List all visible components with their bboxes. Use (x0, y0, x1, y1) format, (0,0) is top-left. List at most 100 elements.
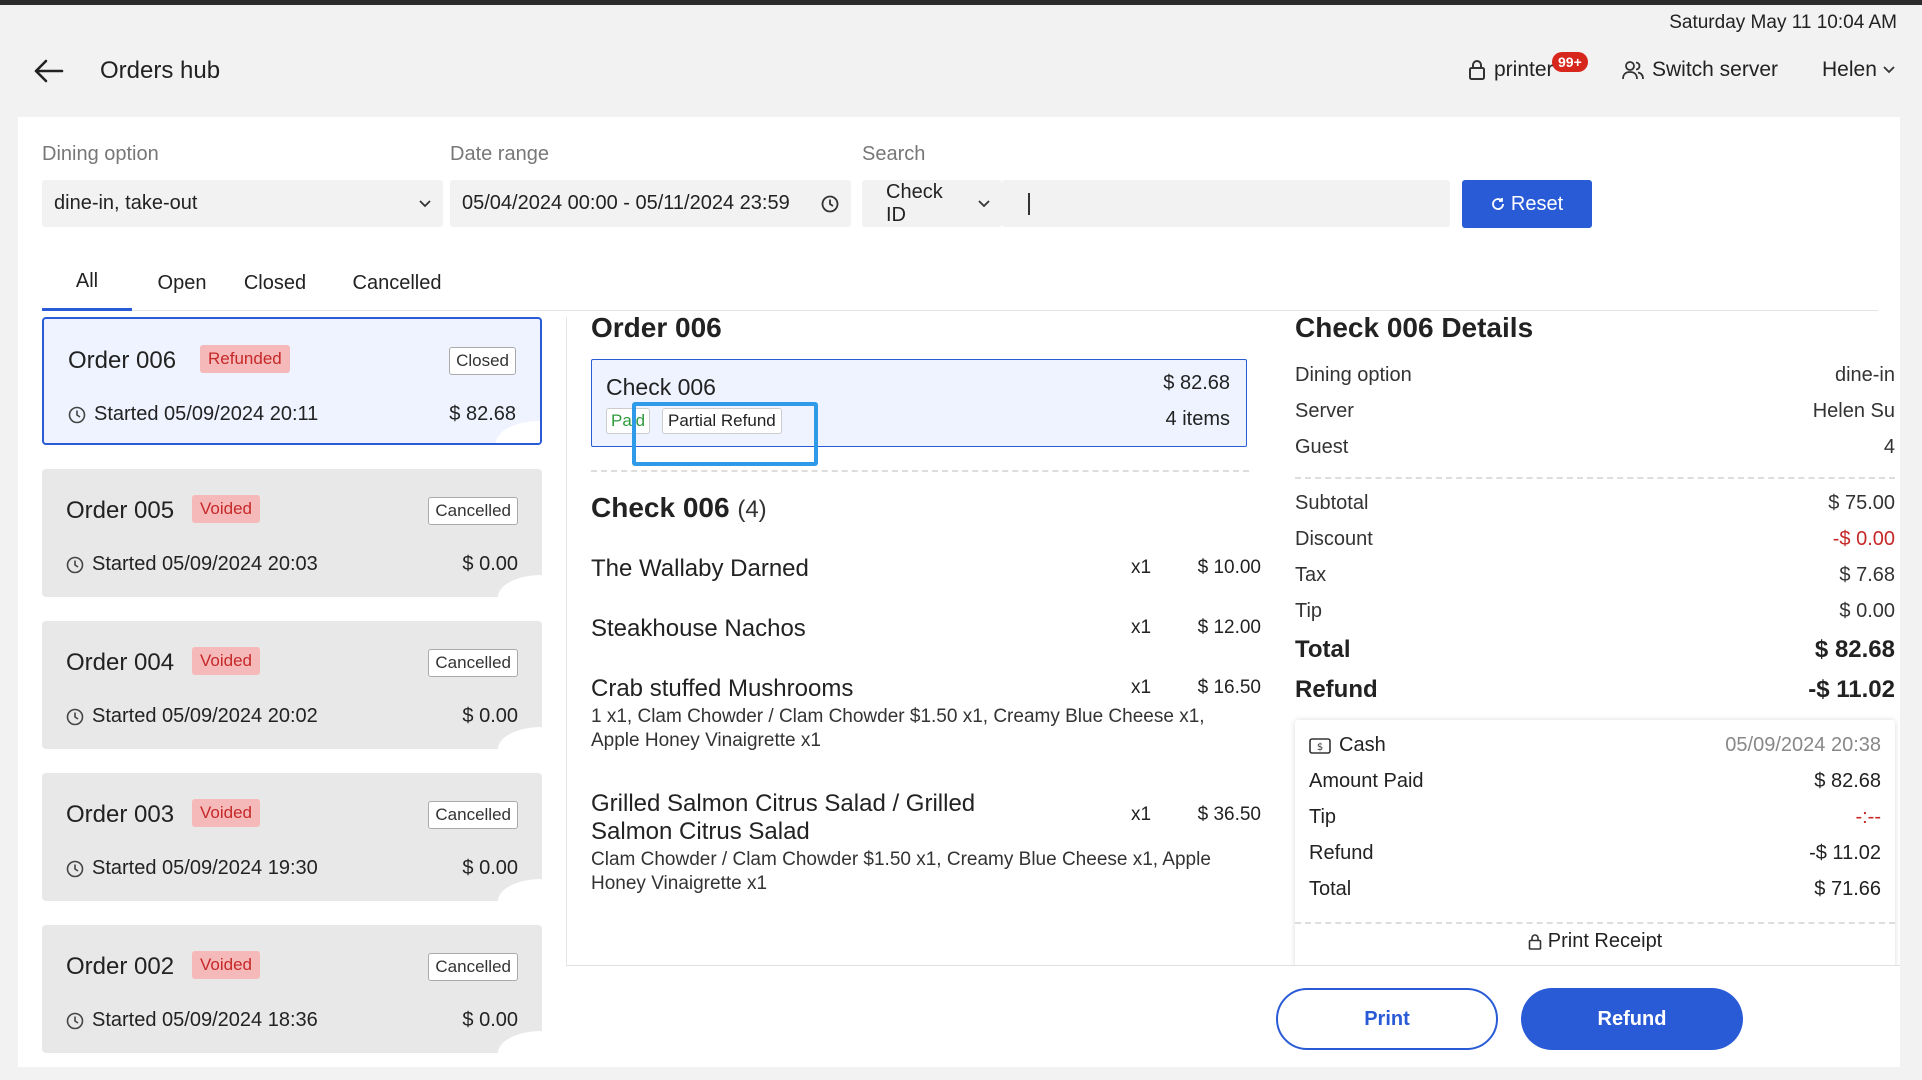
detail-row-dining: Dining option dine-in (1295, 364, 1895, 387)
check-items-title: Check 006 (591, 492, 730, 523)
detail-value: -$ 11.02 (1808, 676, 1895, 703)
order-started-text: Started 05/09/2024 20:02 (92, 705, 318, 727)
item-qty: x1 (1131, 617, 1152, 638)
order-detail-title: Order 006 (591, 312, 722, 343)
line-item[interactable]: Grilled Salmon Citrus Salad / Grilled Sa… (591, 790, 1261, 896)
text-cursor (1028, 192, 1030, 215)
line-item[interactable]: Steakhouse Nachos x1 $ 12.00 (591, 615, 1261, 643)
order-card-005[interactable]: Order 005 Voided Cancelled Started 05/09… (42, 469, 542, 597)
order-card-004[interactable]: Order 004 Voided Cancelled Started 05/09… (42, 621, 542, 749)
detail-label: Subtotal (1295, 492, 1369, 514)
divider (1295, 922, 1895, 924)
check-items-count: (4) (737, 496, 767, 523)
tab-closed[interactable]: Closed (230, 255, 320, 311)
item-price: $ 12.00 (1197, 617, 1261, 638)
order-started: Started 05/09/2024 19:30 (66, 857, 318, 880)
clock-icon (66, 860, 84, 878)
switch-server-button[interactable]: Switch server (1622, 58, 1778, 82)
order-total: $ 0.00 (462, 1009, 518, 1031)
user-menu[interactable]: Helen (1822, 58, 1895, 82)
chevron-down-icon (978, 199, 990, 208)
order-started: Started 05/09/2024 20:03 (66, 553, 318, 576)
detail-row-guest: Guest 4 (1295, 436, 1895, 459)
order-started: Started 05/09/2024 18:36 (66, 1009, 318, 1032)
clock-icon (66, 708, 84, 726)
dining-option-select[interactable]: dine-in, take-out (42, 180, 443, 227)
lock-icon (1468, 60, 1486, 80)
reset-button[interactable]: Reset (1462, 180, 1592, 228)
detail-label: Discount (1295, 528, 1373, 550)
chevron-down-icon (1883, 66, 1895, 74)
detail-label: Dining option (1295, 364, 1412, 386)
line-item[interactable]: Crab stuffed Mushrooms x1 $ 16.50 1 x1, … (591, 675, 1261, 753)
detail-value: dine-in (1834, 364, 1895, 386)
refund-button[interactable]: Refund (1521, 988, 1743, 1050)
order-name: Order 002 (66, 953, 175, 980)
dining-option-value: dine-in, take-out (54, 192, 198, 214)
item-qty: x1 (1131, 557, 1152, 578)
detail-row-server: Server Helen Su (1295, 400, 1895, 423)
dining-option-label: Dining option (42, 143, 159, 165)
payment-row-total: Total $ 71.66 (1309, 878, 1881, 901)
order-card-003[interactable]: Order 003 Voided Cancelled Started 05/09… (42, 773, 542, 901)
tab-open[interactable]: Open (142, 255, 222, 311)
state-tag: Cancelled (428, 801, 518, 829)
payment-label: Tip (1309, 806, 1337, 828)
cash-icon: $ (1309, 737, 1331, 754)
order-card-006[interactable]: Order 006 Refunded Closed Started 05/09/… (42, 317, 542, 445)
print-receipt-button[interactable]: Print Receipt (1295, 930, 1895, 953)
order-total: $ 0.00 (462, 857, 518, 879)
detail-value: Helen Su (1812, 400, 1895, 422)
status-badge: Voided (192, 647, 260, 675)
switch-server-label: Switch server (1652, 58, 1779, 81)
payment-label: Amount Paid (1309, 770, 1424, 792)
order-started-text: Started 05/09/2024 20:11 (94, 403, 319, 425)
status-tabs: All Open Closed Cancelled (42, 255, 1878, 311)
order-started-text: Started 05/09/2024 19:30 (92, 857, 318, 879)
order-started: Started 05/09/2024 20:02 (66, 705, 318, 728)
payment-row-tip: Tip -:-- (1309, 806, 1881, 829)
detail-label: Tax (1295, 564, 1327, 586)
clock-icon (821, 195, 839, 213)
search-label: Search (862, 143, 926, 165)
state-tag: Cancelled (428, 953, 518, 981)
order-card-002[interactable]: Order 002 Voided Cancelled Started 05/09… (42, 925, 542, 1053)
top-stripe (0, 0, 1922, 5)
order-name: Order 003 (66, 801, 175, 828)
item-name: The Wallaby Darned (591, 555, 809, 582)
item-name: Crab stuffed Mushrooms (591, 675, 854, 702)
payment-value: -$ 11.02 (1809, 842, 1881, 864)
tab-all[interactable]: All (42, 255, 132, 311)
action-footer: Print Refund (566, 965, 1900, 1067)
item-name: Steakhouse Nachos (591, 615, 806, 642)
order-total: $ 82.68 (449, 403, 516, 425)
payment-method: $ Cash (1309, 734, 1386, 757)
print-button[interactable]: Print (1276, 988, 1498, 1050)
card-corner (498, 879, 542, 901)
tab-cancelled[interactable]: Cancelled (332, 255, 462, 311)
date-range-label: Date range (450, 143, 549, 165)
payment-card: $ Cash 05/09/2024 20:38 Amount Paid $ 82… (1295, 720, 1895, 975)
detail-value: 4 (1883, 436, 1895, 458)
check-name: Check 006 (606, 374, 716, 400)
search-input[interactable] (1002, 180, 1450, 227)
date-range-field[interactable]: 05/04/2024 00:00 - 05/11/2024 23:59 (450, 180, 851, 227)
column-divider (566, 317, 567, 1067)
payment-row-amount: Amount Paid $ 82.68 (1309, 770, 1881, 793)
search-type-value: Check ID (886, 180, 943, 226)
print-receipt-label: Print Receipt (1547, 930, 1663, 952)
line-item[interactable]: The Wallaby Darned x1 $ 10.00 (591, 555, 1261, 583)
printer-label: printer (1494, 58, 1554, 81)
detail-label: Tip (1295, 600, 1323, 622)
clock-icon (66, 1012, 84, 1030)
printer-button[interactable]: printer (1468, 58, 1554, 82)
item-qty: x1 (1131, 677, 1152, 698)
date-range-value: 05/04/2024 00:00 - 05/11/2024 23:59 (462, 192, 790, 214)
back-arrow-icon[interactable] (32, 56, 64, 86)
item-price: $ 36.50 (1197, 804, 1261, 825)
detail-value: $ 82.68 (1814, 636, 1895, 663)
detail-row-discount: Discount -$ 0.00 (1295, 528, 1895, 551)
item-qty: x1 (1131, 804, 1152, 825)
search-type-select[interactable]: Check ID (862, 180, 1002, 227)
item-modifiers: Clam Chowder / Clam Chowder $1.50 x1, Cr… (591, 849, 1211, 894)
